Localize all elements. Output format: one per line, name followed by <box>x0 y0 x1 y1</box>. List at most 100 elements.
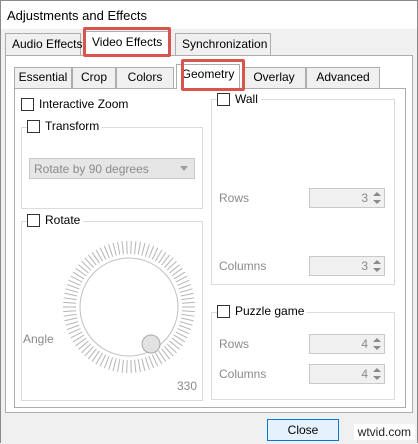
tab-colors-label: Colors <box>128 70 163 84</box>
dial-tick <box>181 298 194 300</box>
watermark-text: wtvid.com <box>358 425 411 439</box>
dial-tick <box>67 325 79 329</box>
dial-tick <box>113 243 116 256</box>
dial-tick <box>122 241 123 254</box>
dial-tick <box>64 318 77 321</box>
interactive-zoom-box[interactable] <box>21 98 34 111</box>
angle-label: Angle <box>23 332 54 346</box>
spin-arrows-icon[interactable] <box>372 336 382 352</box>
tab-essential[interactable]: Essential <box>14 67 72 88</box>
dial-tick <box>63 311 76 312</box>
interactive-zoom-label: Interactive Zoom <box>39 97 128 111</box>
puzzle-rows-label: Rows <box>219 337 249 351</box>
dial-tick <box>181 318 194 321</box>
dial-tick <box>109 357 113 369</box>
dial-tick <box>181 314 194 316</box>
dial-tick <box>179 284 191 288</box>
spin-arrows-icon[interactable] <box>372 190 382 206</box>
dial-tick <box>177 329 189 334</box>
wall-box[interactable] <box>217 93 230 106</box>
dial-tick <box>113 358 116 371</box>
tab-colors[interactable]: Colors <box>116 67 174 88</box>
dial-tick <box>135 241 136 254</box>
dial-tick <box>177 280 189 285</box>
tab-crop[interactable]: Crop <box>72 67 116 88</box>
dial-tick <box>67 284 79 288</box>
dial-tick <box>69 329 81 334</box>
dial-tick <box>142 243 145 256</box>
spin-arrows-icon[interactable] <box>372 366 382 382</box>
rotate-checkbox[interactable]: Rotate <box>27 213 83 227</box>
puzzle-columns-stepper[interactable]: 4 <box>309 364 385 384</box>
puzzle-rows-value: 4 <box>361 337 368 351</box>
tab-video-effects[interactable]: Video Effects <box>85 31 171 56</box>
dial-tick <box>145 244 149 256</box>
puzzle-checkbox[interactable]: Puzzle game <box>217 304 307 318</box>
transform-label: Transform <box>45 119 99 133</box>
tab-audio-effects-label: Audio Effects <box>12 37 83 51</box>
wall-rows-value: 3 <box>361 191 368 205</box>
title-bar: Adjustments and Effects <box>1 1 417 29</box>
dial-tick <box>180 289 192 293</box>
tab-overlay[interactable]: Overlay <box>242 67 306 88</box>
wall-checkbox[interactable]: Wall <box>217 92 261 106</box>
puzzle-columns-label: Columns <box>219 367 266 381</box>
window-title: Adjustments and Effects <box>7 8 147 23</box>
tab-video-effects-label: Video Effects <box>92 35 162 49</box>
dial-knob[interactable] <box>142 335 160 353</box>
dial-tick <box>104 246 109 258</box>
dial-tick <box>149 356 154 368</box>
dial-tick <box>64 293 77 296</box>
dial-tick <box>66 289 78 293</box>
rotate-label: Rotate <box>45 213 80 227</box>
wall-rows-label: Rows <box>219 191 249 205</box>
close-button[interactable]: Close <box>267 419 339 441</box>
dial-tick <box>118 359 120 372</box>
dial-tick <box>142 358 145 371</box>
dial-tick <box>64 314 77 316</box>
dial-tick <box>66 322 78 326</box>
dial-tick <box>63 302 76 303</box>
dial-tick <box>182 302 195 303</box>
transform-box[interactable] <box>27 120 40 133</box>
rotation-dial[interactable] <box>59 237 199 377</box>
dial-tick <box>104 356 109 368</box>
wall-rows-stepper[interactable]: 3 <box>309 188 385 208</box>
wall-columns-value: 3 <box>361 259 368 273</box>
wall-label: Wall <box>235 92 258 106</box>
wall-columns-stepper[interactable]: 3 <box>309 256 385 276</box>
interactive-zoom-checkbox[interactable]: Interactive Zoom <box>21 97 131 111</box>
transform-checkbox[interactable]: Transform <box>27 119 102 133</box>
dial-tick <box>64 298 77 300</box>
tab-overlay-label: Overlay <box>253 70 294 84</box>
rotate-box[interactable] <box>27 214 40 227</box>
dial-tick <box>118 242 120 255</box>
watermark: wtvid.com <box>354 424 415 440</box>
transform-combo-value: Rotate by 90 degrees <box>34 162 149 176</box>
adjustments-window: Adjustments and Effects Audio Effects Vi… <box>0 0 418 443</box>
tab-geometry[interactable]: Geometry <box>176 64 240 89</box>
transform-combo[interactable]: Rotate by 90 degrees <box>29 158 195 179</box>
puzzle-rows-stepper[interactable]: 4 <box>309 334 385 354</box>
dial-tick <box>109 244 113 256</box>
geometry-pane: Interactive Zoom Transform Rotate by 90 … <box>14 88 406 408</box>
tab-synchronization[interactable]: Synchronization <box>175 33 271 55</box>
tab-audio-effects[interactable]: Audio Effects <box>5 33 81 55</box>
dial-tick <box>138 242 140 255</box>
puzzle-group <box>211 312 395 400</box>
dial-tick <box>138 359 140 372</box>
tab-advanced[interactable]: Advanced <box>306 67 380 88</box>
puzzle-box[interactable] <box>217 305 230 318</box>
dial-tick <box>179 325 191 329</box>
tab-essential-label: Essential <box>19 70 68 84</box>
puzzle-label: Puzzle game <box>235 304 304 318</box>
dial-tick <box>181 293 194 296</box>
video-effects-pane: Essential Crop Colors Geometry Overlay A… <box>5 55 413 413</box>
dial-tick <box>122 360 123 373</box>
close-button-label: Close <box>288 423 319 437</box>
tab-crop-label: Crop <box>81 70 107 84</box>
dial-tick <box>149 246 154 258</box>
dial-tick <box>135 360 136 373</box>
tab-geometry-label: Geometry <box>182 67 235 81</box>
spin-arrows-icon[interactable] <box>372 258 382 274</box>
